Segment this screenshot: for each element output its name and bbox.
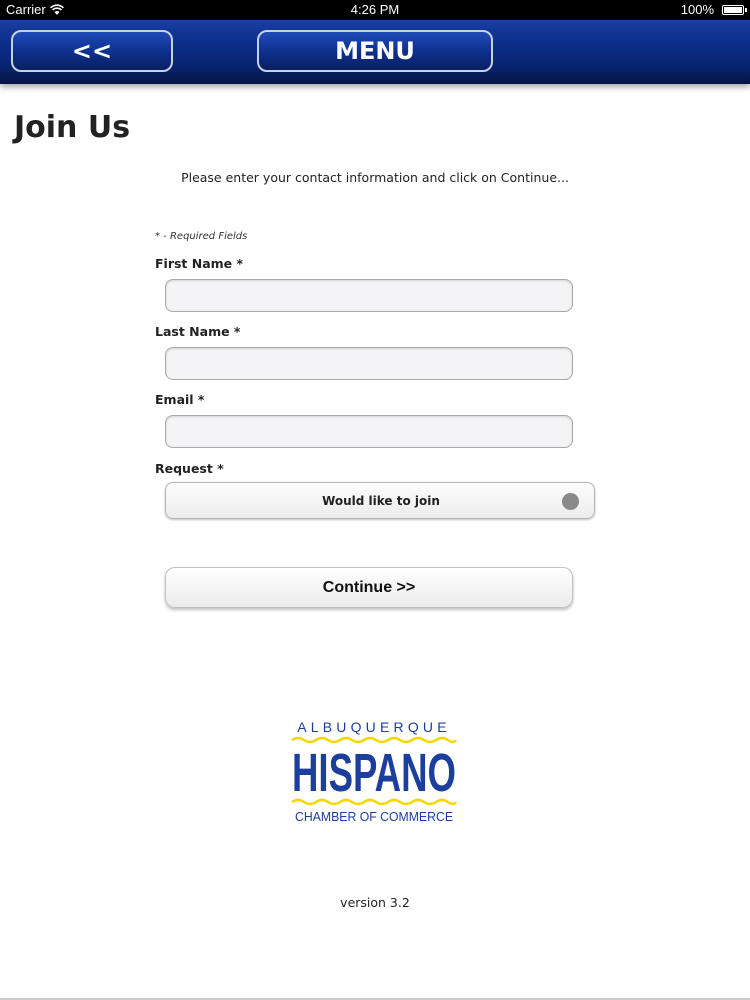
logo-text-chamber: CHAMBER OF COMMERCE: [295, 810, 453, 824]
select-indicator-icon: [562, 493, 579, 510]
logo-text-albuquerque: ALBUQUERQUE: [297, 719, 451, 735]
chamber-logo: ALBUQUERQUE HISPANO CHAMBER OF COMMERCE: [291, 719, 458, 824]
first-name-label: First Name *: [155, 256, 244, 271]
instructions-text: Please enter your contact information an…: [181, 170, 569, 185]
logo-text-hispano: HISPANO: [292, 743, 456, 803]
nav-bar: << MENU: [0, 20, 750, 84]
last-name-label: Last Name *: [155, 324, 241, 339]
request-select[interactable]: Would like to join: [165, 482, 595, 519]
page-title: Join Us: [14, 110, 131, 145]
clock: 4:26 PM: [350, 2, 400, 17]
first-name-input[interactable]: [165, 279, 573, 312]
last-name-input[interactable]: [165, 347, 573, 380]
email-label: Email *: [155, 392, 205, 407]
battery-percent: 100%: [680, 2, 714, 17]
version-label: version 3.2: [340, 895, 410, 910]
request-select-value: Would like to join: [322, 494, 440, 508]
required-fields-note: * - Required Fields: [155, 231, 248, 242]
menu-button[interactable]: MENU: [257, 30, 493, 72]
email-input[interactable]: [165, 415, 573, 448]
continue-button[interactable]: Continue >>: [165, 567, 573, 608]
battery-icon: [722, 5, 747, 15]
request-label: Request *: [155, 461, 224, 476]
back-button[interactable]: <<: [11, 30, 173, 72]
status-bar: Carrier 4:26 PM 100%: [0, 0, 750, 20]
